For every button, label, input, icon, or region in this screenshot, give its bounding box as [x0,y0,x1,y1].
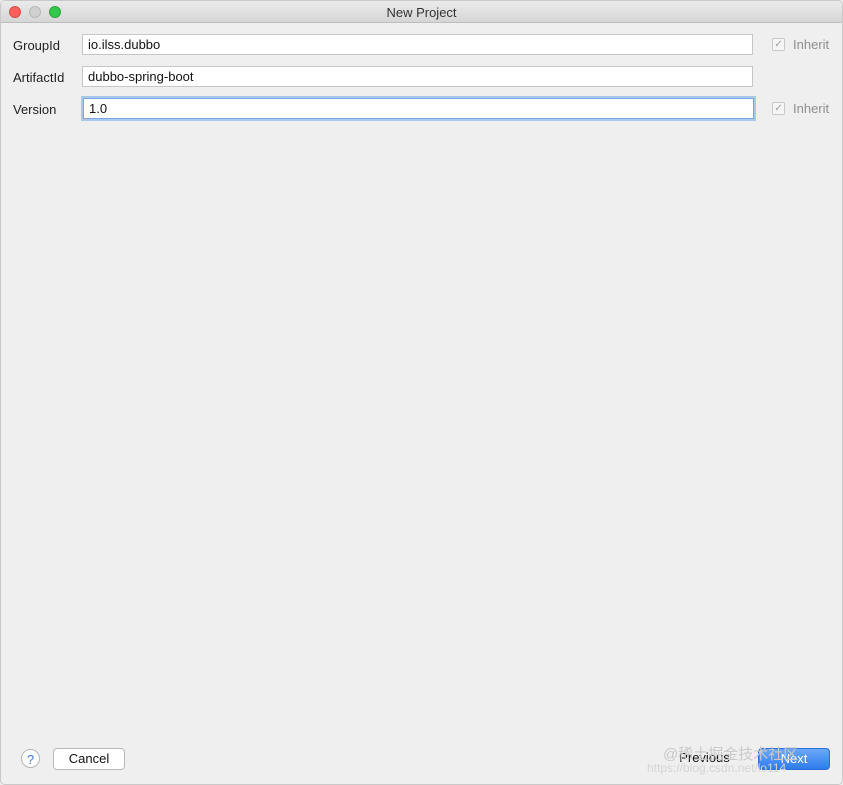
title-bar: New Project [1,1,842,23]
version-row: Version ✓ Inherit [1,97,842,121]
artifactid-label: ArtifactId [13,70,65,85]
help-button[interactable]: ? [21,749,40,768]
groupid-row: GroupId ✓ Inherit [1,33,842,57]
checkmark-icon: ✓ [772,38,785,51]
artifactid-input[interactable] [82,66,753,87]
checkmark-icon: ✓ [772,102,785,115]
window-title: New Project [386,5,457,20]
inherit-label: Inherit [793,37,830,52]
cancel-button[interactable]: Cancel [53,748,125,770]
groupid-label: GroupId [13,38,60,53]
version-label: Version [13,102,57,117]
inherit-label: Inherit [793,101,830,116]
groupid-input[interactable] [82,34,753,55]
watermark-url: https://blog.csdn.net/lo114 [647,761,787,775]
new-project-window: New Project GroupId ✓ Inherit ArtifactId… [0,0,843,785]
artifactid-row: ArtifactId [1,65,842,89]
version-input[interactable] [83,98,754,119]
